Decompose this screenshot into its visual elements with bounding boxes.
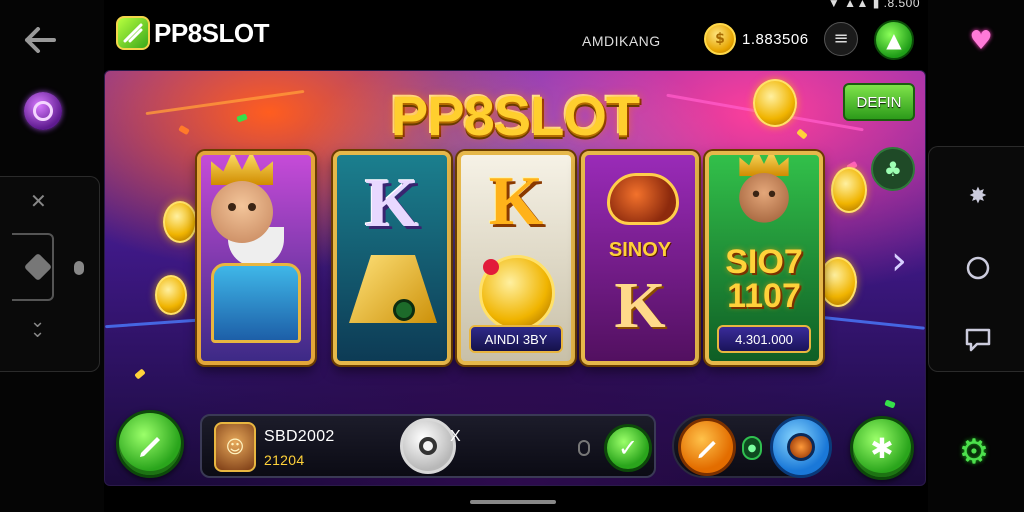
confetti <box>884 399 896 409</box>
king-character-icon <box>211 155 301 343</box>
demo-button[interactable]: DEFIN <box>843 83 915 121</box>
edit-bet-button[interactable] <box>116 410 184 478</box>
reel-label: 4.301.000 <box>717 325 811 353</box>
menu-button[interactable]: ≡ <box>824 22 858 56</box>
brand-logo[interactable]: PP8SLOT <box>116 16 269 50</box>
confetti <box>134 368 146 380</box>
upgrade-button[interactable]: ▲ <box>874 20 914 60</box>
reel-5: SIO7 1107 4.301.000 <box>705 151 823 365</box>
action-cluster: ● <box>672 414 832 478</box>
reel-label: AINDI 3BY <box>469 325 563 353</box>
back-arrow-icon[interactable] <box>22 24 58 56</box>
reel-symbol: K <box>488 163 544 240</box>
brand-name: PP8SLOT <box>154 17 269 48</box>
feature-button[interactable]: ♣ <box>871 147 915 191</box>
reel-3: K AINDI 3BY <box>457 151 575 365</box>
stat-suffix: X <box>450 428 461 445</box>
gem-icon <box>393 299 415 321</box>
reel-text-line-2: 1107 <box>727 277 801 315</box>
reel-symbol: K <box>364 165 420 242</box>
turbo-icon <box>787 433 815 461</box>
ham-icon <box>607 173 679 225</box>
next-arrow-icon[interactable]: › <box>879 238 919 284</box>
reel-top-text: SIO7 1107 <box>709 245 819 313</box>
reel-1 <box>197 151 315 365</box>
reel-symbol: K <box>614 269 666 342</box>
auto-button[interactable] <box>678 418 736 476</box>
pencil-icon <box>698 440 716 459</box>
avatar[interactable]: ☺ <box>214 422 256 472</box>
gear-icon[interactable]: ⚙ <box>956 432 992 472</box>
mini-toggle[interactable]: ● <box>742 436 762 460</box>
asterisk-icon: ✱ <box>870 431 894 465</box>
spin-icon <box>419 437 437 455</box>
bet-control-panel: ☺ SBD2002 21204 X ✓ <box>200 414 656 478</box>
right-side-panel: ✸ <box>928 146 1024 372</box>
triangle-up-icon: ▲ <box>886 28 902 52</box>
stat-primary: SBD2002 <box>264 428 335 445</box>
heart-icon[interactable]: ♥ <box>964 24 998 58</box>
king-character-icon <box>739 155 789 223</box>
bell-icon <box>349 255 437 323</box>
coin-icon: $ <box>704 23 736 55</box>
close-icon[interactable]: ✕ <box>30 189 47 213</box>
circle-icon[interactable] <box>963 253 993 283</box>
reel-2: K <box>333 151 451 365</box>
reel-text-line-1: SIO7 <box>725 243 803 281</box>
balance-value: 1.883506 <box>742 30 809 48</box>
confirm-button[interactable]: ✓ <box>604 424 652 472</box>
chevron-down-icon[interactable]: ⌄ ⌄ <box>30 313 45 341</box>
stat-secondary: 21204 <box>264 452 305 468</box>
settings-button[interactable]: ✱ <box>850 416 914 480</box>
turbo-button[interactable] <box>770 416 832 478</box>
chat-icon[interactable] <box>963 325 993 355</box>
clover-icon: ♣ <box>884 157 902 181</box>
player-name: AMDIKANG <box>582 33 661 49</box>
cherry-icon <box>483 259 499 275</box>
pencil-icon <box>140 437 160 457</box>
reel-top-text: SINOY <box>608 239 672 261</box>
logo-badge-icon <box>116 16 150 50</box>
checkmark-icon: ✓ <box>617 434 639 462</box>
menu-lines-icon: ≡ <box>833 28 849 49</box>
left-side-panel: ✕ ⌄ ⌄ <box>0 176 100 372</box>
game-title: PP8SLOT <box>390 84 640 147</box>
header: PP8SLOT AMDIKANG $ 1.883506 ≡ ▲ <box>104 0 928 72</box>
toggle-icon[interactable] <box>578 440 590 456</box>
home-indicator[interactable] <box>470 500 556 504</box>
reel-4: SINOY K <box>581 151 699 365</box>
purple-orb-icon[interactable] <box>24 92 62 130</box>
dot-icon <box>74 261 84 275</box>
floating-coin <box>155 275 187 315</box>
floating-coin <box>163 201 197 243</box>
reel-grid: K K AINDI 3BY SINOY K SIO7 1107 4.301.00 <box>197 151 837 369</box>
balance-display[interactable]: $ 1.883506 <box>700 20 823 58</box>
spin-button[interactable] <box>400 418 456 474</box>
sparkle-icon[interactable]: ✸ <box>963 181 993 211</box>
